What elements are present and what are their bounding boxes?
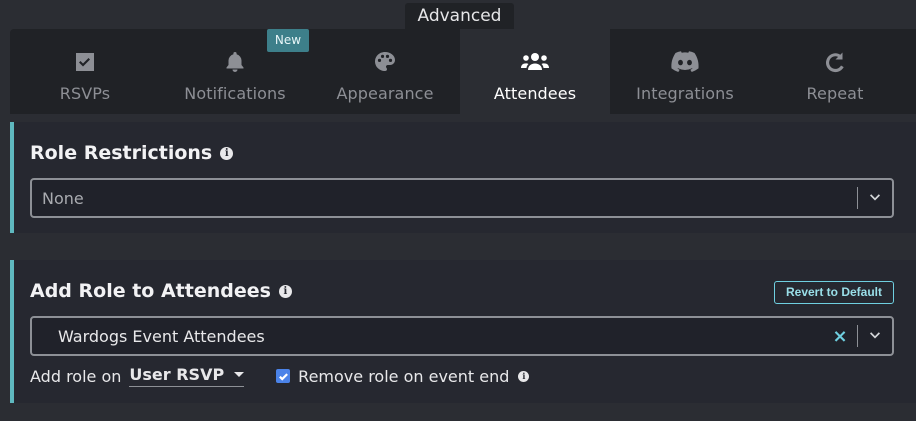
add-role-select[interactable]: Wardogs Event Attendees × xyxy=(30,316,894,356)
tab-integrations[interactable]: Integrations xyxy=(610,29,760,114)
tab-repeat[interactable]: Repeat xyxy=(760,29,910,114)
role-restrictions-section: Role Restrictions i None xyxy=(10,122,916,233)
clear-icon[interactable]: × xyxy=(823,326,857,347)
settings-tab-bar: RSVPs Notifications Appearance Attendees… xyxy=(10,29,916,114)
info-icon[interactable]: i xyxy=(220,146,234,160)
tab-attendees[interactable]: Attendees xyxy=(460,29,610,114)
add-role-on-dropdown[interactable]: User RSVP xyxy=(129,365,245,387)
tab-label: RSVPs xyxy=(59,84,111,103)
role-restrictions-title: Role Restrictions i xyxy=(30,142,234,164)
tab-label: Appearance xyxy=(336,84,434,103)
add-role-options-row: Add role on User RSVP Remove role on eve… xyxy=(30,365,530,387)
add-role-on-label: Add role on xyxy=(30,366,122,386)
redo-icon xyxy=(823,49,847,75)
new-badge: New xyxy=(267,29,309,52)
dropdown-value: User RSVP xyxy=(129,365,225,384)
chevron-down-icon[interactable] xyxy=(858,191,892,205)
users-icon xyxy=(520,49,550,75)
tab-appearance[interactable]: Appearance xyxy=(310,29,460,114)
caret-down-icon xyxy=(234,372,245,377)
add-role-title: Add Role to Attendees i xyxy=(30,280,292,302)
info-icon[interactable]: i xyxy=(518,370,530,382)
tab-label: Notifications xyxy=(184,84,286,103)
revert-to-default-button[interactable]: Revert to Default xyxy=(774,281,894,304)
remove-role-label[interactable]: Remove role on event end xyxy=(298,367,509,386)
select-value: Wardogs Event Attendees xyxy=(58,326,265,346)
checkbox-icon xyxy=(73,49,97,75)
palette-icon xyxy=(373,49,397,75)
tab-rsvps[interactable]: RSVPs xyxy=(10,29,160,114)
bell-icon xyxy=(223,49,247,75)
check-icon xyxy=(278,372,288,381)
add-role-section: Add Role to Attendees i Revert to Defaul… xyxy=(10,260,916,403)
select-value: None xyxy=(42,188,84,208)
advanced-settings-panel: Advanced RSVPs Notifications Appearance … xyxy=(0,0,916,421)
role-restrictions-select[interactable]: None xyxy=(30,178,894,218)
section-accent-bar xyxy=(10,260,14,403)
tab-label: Integrations xyxy=(636,84,734,103)
section-title-text: Role Restrictions xyxy=(30,142,213,164)
advanced-header-tab[interactable]: Advanced xyxy=(405,3,514,31)
tab-label: Attendees xyxy=(493,84,577,103)
remove-role-checkbox[interactable] xyxy=(276,369,291,383)
section-accent-bar xyxy=(10,122,14,233)
section-title-text: Add Role to Attendees xyxy=(30,280,271,302)
chevron-down-icon[interactable] xyxy=(858,329,892,343)
discord-icon xyxy=(671,49,699,75)
info-icon[interactable]: i xyxy=(278,284,292,298)
tab-label: Repeat xyxy=(806,84,864,103)
